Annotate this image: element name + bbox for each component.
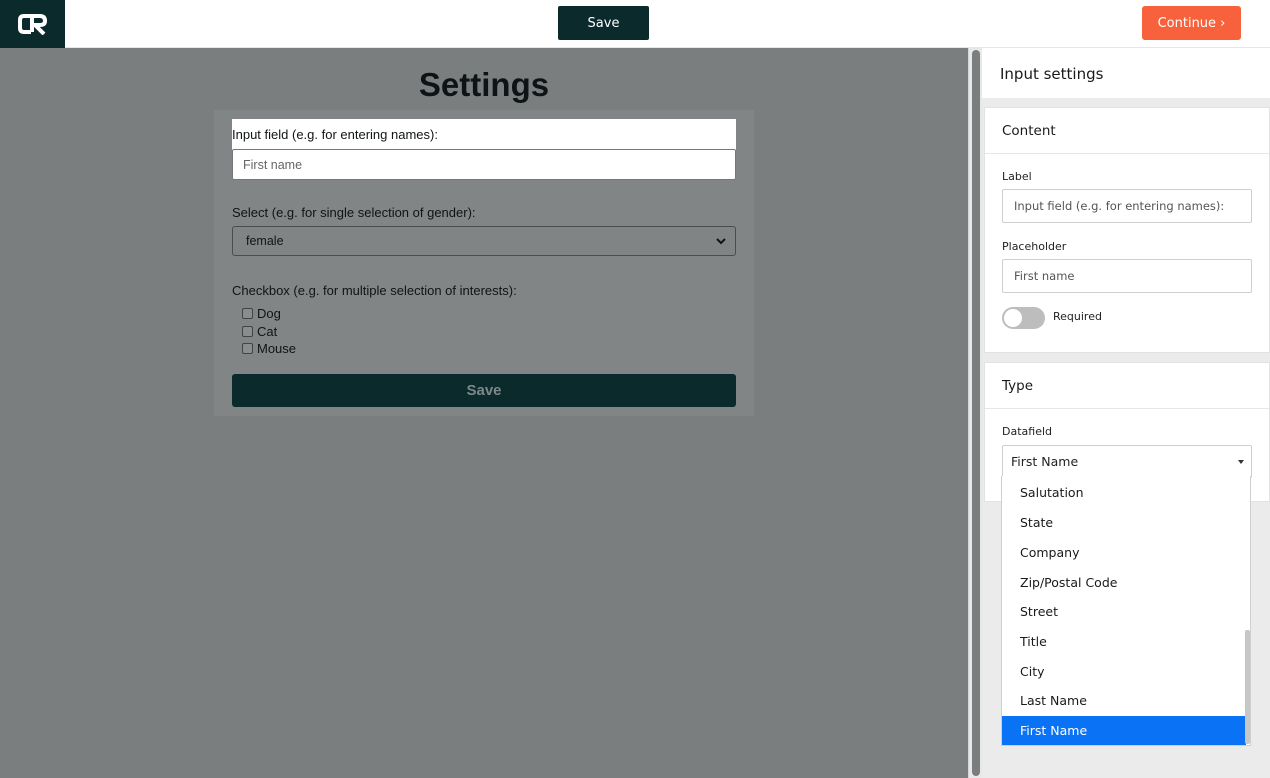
datafield-dropdown[interactable]: First Name [1002,445,1252,478]
option-city[interactable]: City [1002,657,1246,686]
top-save-button[interactable]: Save [558,6,649,40]
caret-down-icon [1238,460,1244,464]
required-label: Required [1053,310,1102,323]
checkbox-label: Mouse [257,341,297,356]
options-scrollbar[interactable] [1245,630,1250,744]
option-state[interactable]: State [1002,508,1246,537]
type-section-heading: Type [985,363,1269,409]
datafield-value: First Name [1011,454,1079,469]
datafield-label: Datafield [1002,425,1052,438]
option-company[interactable]: Company [1002,538,1246,567]
checkbox-mouse[interactable]: Mouse [242,341,296,356]
checkbox-box[interactable] [242,326,253,337]
form-save-button[interactable]: Save [232,374,736,407]
label-field-label: Label [1002,170,1032,183]
gender-select[interactable]: female [232,226,736,256]
canvas-scrollbar[interactable] [968,48,982,778]
form-preview: Input field (e.g. for entering names): S… [214,110,754,416]
option-last-name[interactable]: Last Name [1002,686,1246,715]
gender-select-value: female [246,234,284,248]
label-field[interactable] [1002,189,1252,223]
top-bar: Save Continue › [0,0,1270,48]
panel-header: Input settings [982,48,1270,98]
option-first-name[interactable]: First Name [1002,716,1246,745]
cr-logo-icon[interactable] [0,0,65,48]
checkbox-group-label: Checkbox (e.g. for multiple selection of… [232,283,517,298]
select-label: Select (e.g. for single selection of gen… [232,205,476,220]
option-zip-postal-code[interactable]: Zip/Postal Code [1002,568,1246,597]
content-section: Content Label Placeholder Required [984,107,1270,353]
option-title[interactable]: Title [1002,627,1246,656]
panel-title: Input settings [1000,65,1104,83]
datafield-options-menu: Salutation State Company Zip/Postal Code… [1001,476,1251,746]
scrollbar-thumb[interactable] [972,50,980,776]
chevron-down-icon [716,238,726,245]
checkbox-box[interactable] [242,343,253,354]
option-street[interactable]: Street [1002,597,1246,626]
checkbox-label: Dog [257,306,281,321]
toggle-knob [1004,309,1022,327]
placeholder-field-label: Placeholder [1002,240,1067,253]
first-name-input[interactable] [232,149,736,180]
content-section-heading: Content [985,108,1269,154]
page-title: Settings [418,66,550,103]
editor-canvas: Settings Input field (e.g. for entering … [0,48,968,778]
checkbox-dog[interactable]: Dog [242,306,281,321]
option-salutation[interactable]: Salutation [1002,478,1246,507]
checkbox-label: Cat [257,324,278,339]
placeholder-field[interactable] [1002,259,1252,293]
checkbox-cat[interactable]: Cat [242,324,277,339]
required-toggle[interactable] [1002,307,1045,329]
continue-button[interactable]: Continue › [1142,6,1241,40]
checkbox-box[interactable] [242,308,253,319]
input-field-label: Input field (e.g. for entering names): [232,127,438,142]
